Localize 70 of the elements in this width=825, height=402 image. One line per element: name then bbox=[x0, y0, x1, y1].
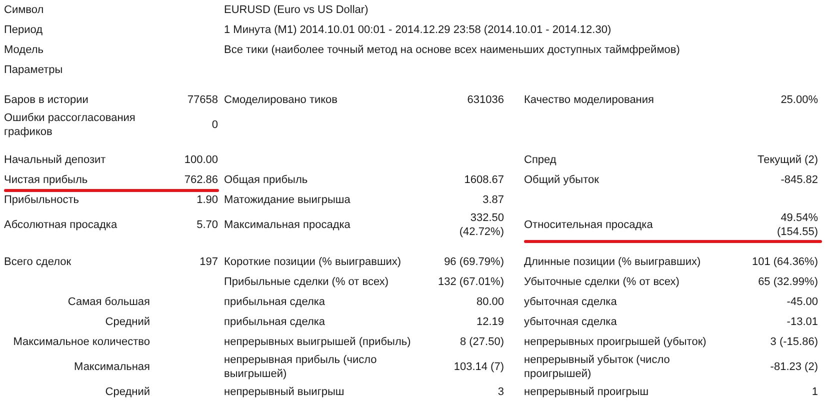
value: 77658 bbox=[187, 93, 218, 107]
row-label: прибыльная сделка bbox=[224, 295, 326, 309]
value: 1.90 bbox=[196, 193, 218, 207]
value: -845.82 bbox=[780, 173, 818, 187]
row-label: Максимальное количество bbox=[13, 335, 150, 349]
value: -13.01 bbox=[786, 315, 818, 329]
row-label: Символ bbox=[4, 4, 44, 16]
value: -45.00 bbox=[786, 295, 818, 309]
value: 5.70 bbox=[196, 218, 218, 232]
row-label: непрерывная прибыль (число выигрышей) bbox=[224, 353, 377, 381]
value: 3 (-15.86) bbox=[770, 335, 818, 349]
row-label: Прибыльность bbox=[4, 193, 79, 207]
value: 3.87 bbox=[482, 193, 504, 207]
value: 49.54% (154.55) bbox=[777, 211, 818, 239]
row-value: 1 Минута (M1) 2014.10.01 00:01 - 2014.12.29 23:58 (2014.10.01 - 2014.12.30) bbox=[224, 24, 612, 36]
value: 101 (64.36%) bbox=[752, 255, 818, 269]
value: 762.86 bbox=[184, 173, 218, 187]
value: 96 (69.79%) bbox=[444, 255, 504, 269]
value: -81.23 (2) bbox=[770, 360, 818, 374]
value: Текущий (2) bbox=[758, 153, 818, 167]
row-label: Самая большая bbox=[68, 295, 150, 309]
row-label: непрерывных проигрышей (убыток) bbox=[524, 335, 706, 349]
row-label: Качество моделирования bbox=[524, 93, 654, 107]
row-label: Баров в истории bbox=[4, 93, 88, 107]
row-label: убыточная сделка bbox=[524, 295, 617, 309]
value: 332.50 (42.72%) bbox=[459, 211, 504, 239]
row-label: Всего сделок bbox=[4, 255, 72, 269]
row-label: Длинные позиции (% выигравших) bbox=[524, 255, 701, 269]
value: 8 (27.50) bbox=[460, 335, 504, 349]
row-label: Относительная просадка bbox=[524, 218, 653, 232]
row-label: Матожидание выигрыша bbox=[224, 193, 350, 207]
row-label: Ошибки рассогласования графиков bbox=[4, 111, 136, 139]
value: 65 (32.99%) bbox=[758, 275, 818, 289]
value: 25.00% bbox=[780, 93, 818, 107]
value: 197 bbox=[200, 255, 218, 269]
row-label: Чистая прибыль bbox=[4, 173, 88, 187]
row-label: Прибыльные сделки (% от всех) bbox=[224, 275, 389, 289]
row-label: Смоделировано тиков bbox=[224, 93, 338, 107]
value: 631036 bbox=[467, 93, 504, 107]
row-label: Спред bbox=[524, 153, 556, 167]
row-label: убыточная сделка bbox=[524, 315, 617, 329]
row-label: Средний bbox=[105, 385, 150, 399]
value: 12.19 bbox=[476, 315, 504, 329]
row-label: непрерывный проигрыш bbox=[524, 385, 649, 399]
value: 100.00 bbox=[184, 153, 218, 167]
row-label: Абсолютная просадка bbox=[4, 218, 118, 232]
value: 103.14 (7) bbox=[454, 360, 504, 374]
row-label: Период bbox=[4, 24, 43, 36]
row-label: Средний bbox=[105, 315, 150, 329]
value: 1608.67 bbox=[464, 173, 504, 187]
row-label: непрерывный выигрыш bbox=[224, 385, 344, 399]
row-label: непрерывных выигрышей (прибыль) bbox=[224, 335, 411, 349]
value: 1 bbox=[812, 385, 818, 399]
value: 3 bbox=[498, 385, 504, 399]
row-label: Общая прибыль bbox=[224, 173, 308, 187]
row-label: Общий убыток bbox=[524, 173, 599, 187]
row-label: прибыльная сделка bbox=[224, 315, 326, 329]
row-label: Модель bbox=[4, 44, 44, 56]
value: 80.00 bbox=[476, 295, 504, 309]
row-label: Начальный депозит bbox=[4, 153, 106, 167]
row-label: Максимальная bbox=[74, 360, 150, 374]
row-label: Максимальная просадка bbox=[224, 218, 350, 232]
row-label: Параметры bbox=[4, 64, 63, 76]
row-value: Все тики (наиболее точный метод на основе всех наименьших доступных таймфреймов) bbox=[224, 44, 680, 56]
row-label: Убыточные сделки (% от всех) bbox=[524, 275, 680, 289]
value: 0 bbox=[212, 118, 218, 132]
value: 132 (67.01%) bbox=[438, 275, 504, 289]
row-label: непрерывный убыток (число проигрышей) bbox=[524, 353, 670, 381]
row-label: Короткие позиции (% выигравших) bbox=[224, 255, 402, 269]
row-value: EURUSD (Euro vs US Dollar) bbox=[224, 4, 368, 16]
